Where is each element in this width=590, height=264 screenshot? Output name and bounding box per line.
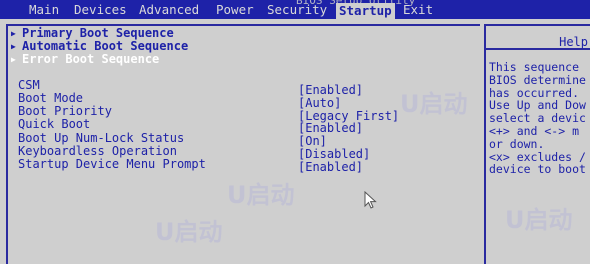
primary-boot-sequence-label: Primary Boot Sequence (22, 26, 174, 40)
error-boot-sequence-label: Error Boot Sequence (22, 52, 160, 66)
help-line: <+> and <-> m (489, 123, 580, 138)
help-line: or down. (489, 136, 545, 151)
error-boot-sequence-item[interactable]: ▶ Error Boot Sequence (11, 52, 160, 66)
tab-main[interactable]: Main (26, 0, 62, 19)
submenu-arrow-icon: ▶ (11, 55, 16, 64)
help-line: This sequence (489, 60, 580, 74)
watermark-logo: U启动 (400, 90, 468, 118)
tab-power[interactable]: Power (213, 0, 257, 19)
startup-device-menu-value[interactable]: [Enabled] (298, 161, 363, 174)
tab-security[interactable]: Security (264, 0, 330, 19)
watermark-logo: U启动 (227, 181, 295, 209)
tab-advanced[interactable]: Advanced (136, 0, 202, 19)
automatic-boot-sequence-label: Automatic Boot Sequence (22, 39, 189, 53)
tab-exit[interactable]: Exit (400, 0, 436, 19)
watermark-logo: U启动 (155, 218, 223, 246)
mouse-pointer-icon (364, 191, 377, 209)
menu-bar: BIOS Setup Utility Main Devices Advanced… (0, 0, 590, 19)
watermark-logo: U启动 (505, 206, 573, 234)
quick-boot-label: Quick Boot (18, 117, 91, 131)
startup-device-menu-label: Startup Device Menu Prompt (18, 157, 206, 171)
help-text: This sequence BIOS determine has occurre… (489, 61, 590, 176)
help-line: BIOS determine (489, 72, 586, 87)
help-line: device to boot (489, 162, 586, 177)
submenu-arrow-icon: ▶ (11, 29, 16, 38)
help-title: Help (486, 34, 590, 50)
tab-startup[interactable]: Startup (336, 3, 395, 19)
tab-devices[interactable]: Devices (71, 0, 130, 19)
submenu-arrow-icon: ▶ (11, 42, 16, 51)
